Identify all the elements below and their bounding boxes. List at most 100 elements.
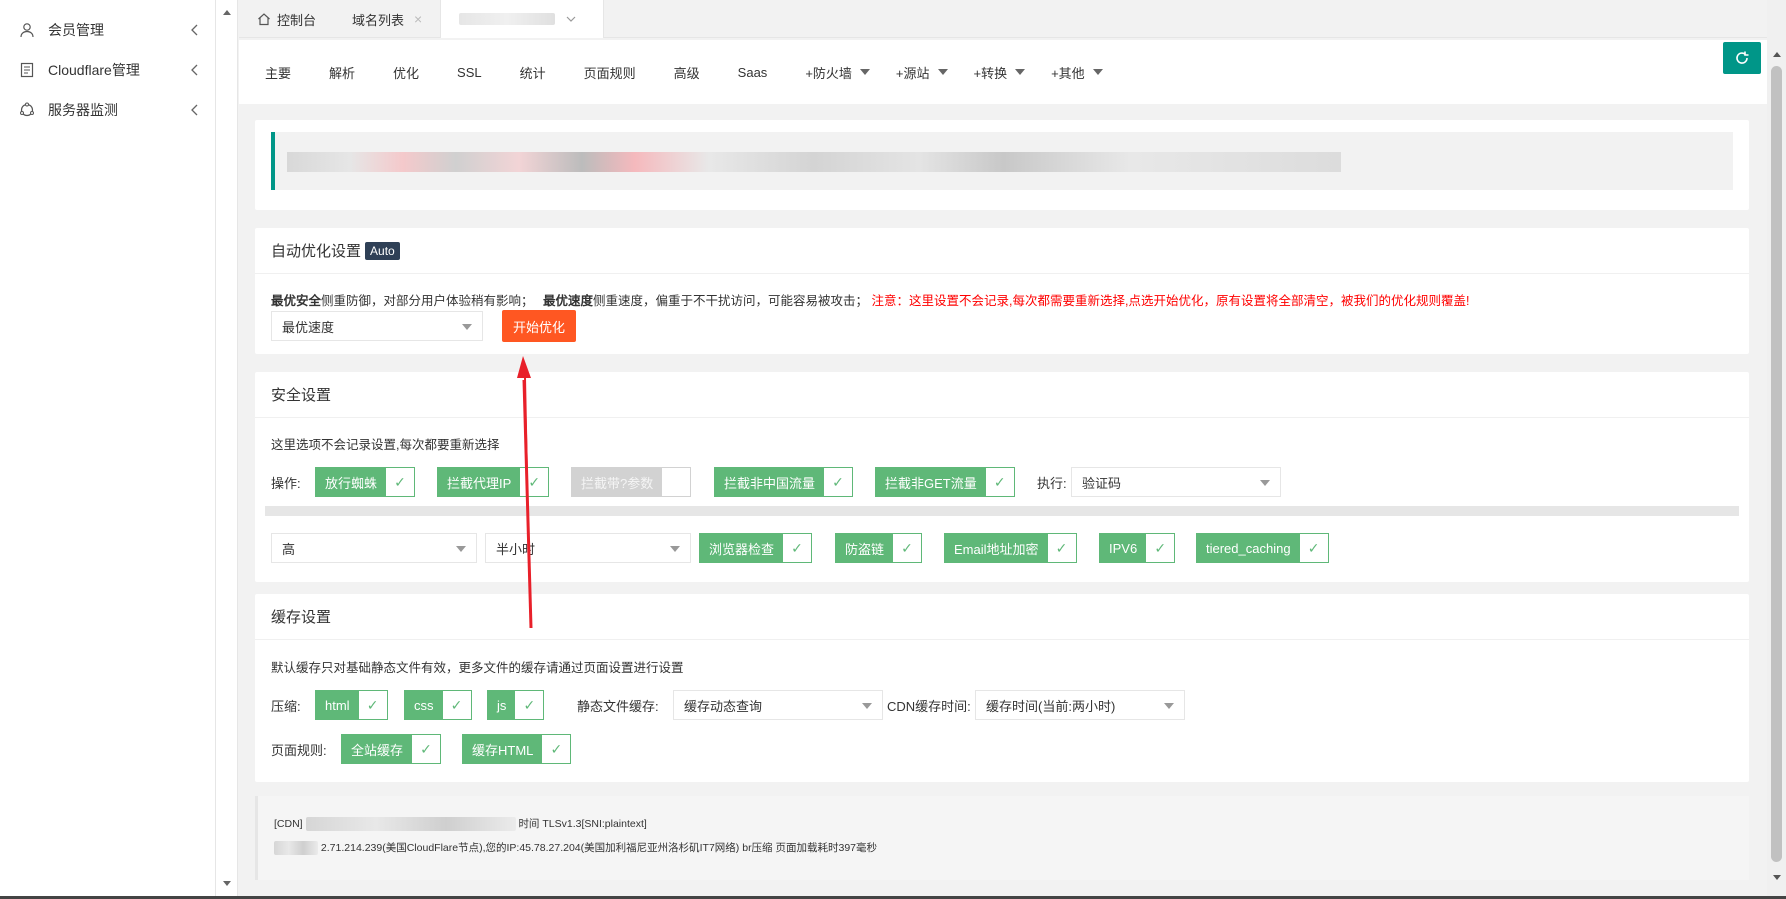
nav-main[interactable]: 主要 [265,63,291,82]
chevron-down-icon[interactable] [565,13,577,25]
nav-optimize[interactable]: 优化 [393,63,419,82]
tab-current-domain[interactable] [440,0,605,38]
toggle-email-obfuscation[interactable]: Email地址加密 ✓ [944,533,1077,563]
scrollbar-thumb[interactable] [1771,66,1782,862]
toggle-block-query-params[interactable]: 拦截带?参数 [571,467,692,497]
sidebar-scrollbar[interactable] [216,0,238,899]
select-value: 缓存时间(当前:两小时) [986,698,1116,714]
security-level-select[interactable]: 高 [271,533,477,563]
optimize-mode-select[interactable]: 最优速度 [271,311,483,341]
tab-console[interactable]: 控制台 [239,0,334,38]
scroll-down-icon[interactable] [222,878,232,888]
toggle-compress-js[interactable]: js ✓ [487,690,545,720]
main-content: 控制台 域名列表 × 主要 解析 优化 SSL 统计 页面规则 高级 Saas … [239,0,1767,899]
check-icon: ✓ [394,473,406,490]
cdn-ttl-select[interactable]: 缓存时间(当前:两小时) [975,690,1185,720]
sidebar-item-server-monitor[interactable]: 服务器监测 [0,90,215,130]
check-icon: ✓ [832,473,844,490]
nav-saas[interactable]: Saas [738,65,768,80]
tab-bar: 控制台 域名列表 × [239,0,1767,38]
domain-banner [271,132,1733,190]
toggle-label: tiered_caching [1197,534,1300,562]
check-icon: ✓ [550,740,563,757]
sidebar: 会员管理 Cloudflare管理 服务器监测 [0,0,216,899]
dropdown-arrow-icon [862,703,872,709]
auto-optimize-header: 自动优化设置 Auto [255,228,1749,274]
nav-firewall[interactable]: +防火墙 [805,63,870,82]
nav-label: +防火墙 [805,65,852,81]
scroll-down-icon[interactable] [1772,872,1782,882]
nav-stats[interactable]: 统计 [520,63,546,82]
security-header: 安全设置 [255,372,1749,418]
dropdown-arrow-icon [1164,703,1174,709]
toggle-label: html [316,691,359,719]
toggle-hotlink-protection[interactable]: 防盗链 ✓ [835,533,923,563]
section-title: 缓存设置 [271,609,332,626]
auto-optimize-description: 最优安全侧重防御，对部分用户体验稍有影响； 最优速度侧重速度，偏重于不干扰访问，… [271,290,1469,309]
tab-domain-list[interactable]: 域名列表 × [334,0,440,38]
sidebar-item-members[interactable]: 会员管理 [0,10,215,50]
nav-label: 主要 [265,65,292,81]
caret-down-icon [859,69,870,75]
toggle-block-non-get[interactable]: 拦截非GET流量 ✓ [875,467,1015,497]
toggle-label: 缓存HTML [463,735,543,763]
toggle-compress-css[interactable]: css ✓ [404,690,472,720]
scroll-up-icon[interactable] [222,8,232,18]
toggle-cache-html[interactable]: 缓存HTML ✓ [462,734,572,764]
page-scrollbar[interactable] [1767,0,1786,899]
scroll-up-icon[interactable] [1772,50,1782,60]
toggle-label: 拦截非中国流量 [715,468,825,496]
toggle-browser-check[interactable]: 浏览器检查 ✓ [699,533,813,563]
desc-bold: 最优安全 [271,294,322,308]
nav-dns[interactable]: 解析 [329,63,355,82]
nav-convert[interactable]: +转换 [974,63,1026,82]
tab-label: 域名列表 [352,12,405,28]
chevron-left-icon [187,62,203,78]
nav-advanced[interactable]: 高级 [674,63,700,82]
toggle-label: IPV6 [1100,534,1147,562]
cdn-info-line-1: [CDN] 时间 TLSv1.3[SNI:plaintext] [274,816,647,832]
toggle-allow-spider[interactable]: 放行蜘蛛 ✓ [315,467,416,497]
auto-optimize-card: 自动优化设置 Auto 最优安全侧重防御，对部分用户体验稍有影响； 最优速度侧重… [255,228,1749,354]
section-title: 安全设置 [271,387,332,404]
toggle-tiered-caching[interactable]: tiered_caching ✓ [1196,533,1329,563]
cache-header: 缓存设置 [255,594,1749,640]
nav-ssl[interactable]: SSL [457,65,482,80]
nav-other[interactable]: +其他 [1051,63,1103,82]
dropdown-arrow-icon [1260,480,1270,486]
execute-action-select[interactable]: 验证码 [1071,467,1281,497]
toggle-label: 放行蜘蛛 [316,468,387,496]
toggle-compress-html[interactable]: html ✓ [315,690,388,720]
toggle-label: js [488,691,516,719]
nav-label: 页面规则 [583,65,636,81]
toggle-cache-everything[interactable]: 全站缓存 ✓ [341,734,442,764]
nav-label: +其他 [1051,65,1085,81]
start-optimize-button[interactable]: 开始优化 [502,310,576,342]
select-value: 最优速度 [282,319,335,335]
security-card: 安全设置 这里选项不会记录设置,每次都要重新选择 操作: 放行蜘蛛 ✓ 拦截代理I… [255,372,1749,582]
challenge-ttl-select[interactable]: 半小时 [485,533,691,563]
nav-label: +源站 [895,65,930,81]
check-icon: ✓ [420,740,432,757]
static-cache-select[interactable]: 缓存动态查询 [673,690,883,720]
redacted-domain-info [287,152,1341,172]
close-icon[interactable]: × [414,11,422,27]
check-icon: ✓ [993,473,1006,490]
sidebar-item-cloudflare[interactable]: Cloudflare管理 [0,50,215,90]
nav-origin[interactable]: +源站 [896,63,948,82]
refresh-button[interactable] [1723,42,1761,74]
security-note: 这里选项不会记录设置,每次都要重新选择 [271,438,500,452]
toggle-block-proxy-ip[interactable]: 拦截代理IP ✓ [437,467,550,497]
domain-info-card [255,120,1749,210]
refresh-icon [1736,51,1749,64]
check-icon: ✓ [450,696,463,713]
nav-label: 解析 [329,65,356,81]
auto-badge: Auto [365,241,400,260]
toggle-ipv6[interactable]: IPV6 ✓ [1099,533,1176,563]
dropdown-arrow-icon [670,546,680,552]
caret-down-icon [1092,69,1103,75]
toggle-block-non-china[interactable]: 拦截非中国流量 ✓ [714,467,854,497]
nav-page-rules[interactable]: 页面规则 [584,63,636,82]
chevron-left-icon [187,102,203,118]
nav-label: SSL [457,64,482,80]
